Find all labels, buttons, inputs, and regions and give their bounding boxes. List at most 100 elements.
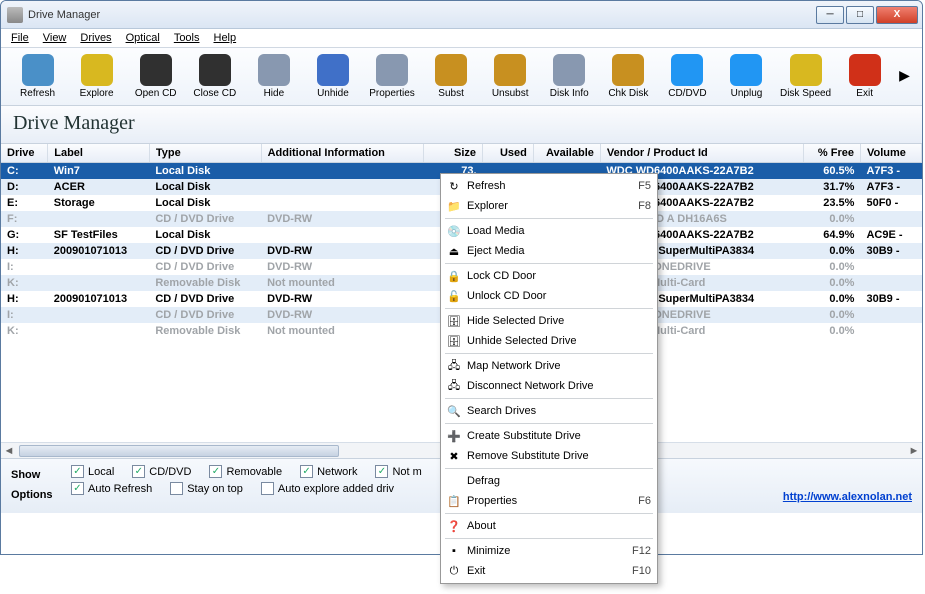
menu-item-icon: ✖ — [445, 448, 463, 464]
toolbar-hide-button[interactable]: Hide — [245, 52, 302, 99]
show-label: Show — [11, 465, 63, 485]
cell — [261, 227, 424, 243]
ctx-refresh[interactable]: ↻RefreshF5 — [441, 176, 657, 196]
checkbox-label: Auto Refresh — [88, 483, 152, 495]
col-label[interactable]: Label — [48, 144, 150, 163]
menu-item-label: Remove Substitute Drive — [467, 450, 651, 462]
show-check-not-m[interactable]: ✓Not m — [375, 465, 421, 478]
toolbar-open-cd-button[interactable]: Open CD — [127, 52, 184, 99]
show-check-local[interactable]: ✓Local — [71, 465, 114, 478]
show-check-network[interactable]: ✓Network — [300, 465, 357, 478]
col-size[interactable]: Size — [424, 144, 483, 163]
col-drive[interactable]: Drive — [1, 144, 48, 163]
minimize-button[interactable]: ─ — [816, 6, 844, 24]
show-check-cd-dvd[interactable]: ✓CD/DVD — [132, 465, 191, 478]
toolbar-properties-button[interactable]: Properties — [363, 52, 420, 99]
toolbar-explore-button[interactable]: Explore — [68, 52, 125, 99]
col-additional-information[interactable]: Additional Information — [261, 144, 424, 163]
menu-item-label: Create Substitute Drive — [467, 430, 651, 442]
unplug-icon — [730, 54, 762, 86]
menu-optical[interactable]: Optical — [126, 32, 160, 44]
cell: CD / DVD Drive — [149, 307, 261, 323]
ctx-eject-media[interactable]: ⏏Eject Media — [441, 241, 657, 261]
cell — [860, 259, 921, 275]
cell: 50F0 - — [860, 195, 921, 211]
cell: DVD-RW — [261, 211, 424, 227]
scroll-thumb[interactable] — [19, 445, 339, 457]
close-button[interactable]: X — [876, 6, 918, 24]
menu-drives[interactable]: Drives — [80, 32, 111, 44]
toolbar-disk-speed-button[interactable]: Disk Speed — [777, 52, 834, 99]
ctx-properties[interactable]: 📋PropertiesF6 — [441, 491, 657, 511]
col-used[interactable]: Used — [483, 144, 534, 163]
refresh-icon — [22, 54, 54, 86]
checkbox-icon — [261, 482, 274, 495]
toolbar-unsubst-button[interactable]: Unsubst — [482, 52, 539, 99]
menu-file[interactable]: File — [11, 32, 29, 44]
scroll-right-arrow[interactable]: ► — [906, 445, 922, 457]
cell — [48, 259, 150, 275]
cell: Removable Disk — [149, 275, 261, 291]
menu-view[interactable]: View — [43, 32, 67, 44]
checkbox-label: CD/DVD — [149, 466, 191, 478]
toolbar-unhide-button[interactable]: Unhide — [304, 52, 361, 99]
toolbar-close-cd-button[interactable]: Close CD — [186, 52, 243, 99]
col-available[interactable]: Available — [533, 144, 600, 163]
opt-check-stay-on-top[interactable]: Stay on top — [170, 482, 243, 495]
menu-item-label: About — [467, 520, 651, 532]
ctx-remove-substitute-drive[interactable]: ✖ Remove Substitute Drive — [441, 446, 657, 466]
website-link[interactable]: http://www.alexnolan.net — [783, 491, 912, 503]
toolbar-more-arrow[interactable]: ▶ — [895, 67, 914, 84]
ctx-map-network-drive[interactable]: 🖧Map Network Drive — [441, 356, 657, 376]
menu-item-label: Hide Selected Drive — [467, 315, 651, 327]
cell — [860, 275, 921, 291]
col-volume[interactable]: Volume — [860, 144, 921, 163]
menu-help[interactable]: Help — [214, 32, 237, 44]
cell: C: — [1, 163, 48, 180]
toolbar-unplug-button[interactable]: Unplug — [718, 52, 775, 99]
toolbar-subst-button[interactable]: Subst — [423, 52, 480, 99]
ctx-hide-selected-drive[interactable]: 🗄 Hide Selected Drive — [441, 311, 657, 331]
checkbox-icon: ✓ — [300, 465, 313, 478]
ctx-explorer[interactable]: 📁ExplorerF8 — [441, 196, 657, 216]
menu-tools[interactable]: Tools — [174, 32, 200, 44]
menu-item-label: Defrag — [467, 475, 651, 487]
col-type[interactable]: Type — [149, 144, 261, 163]
opt-check-auto-explore-added-driv[interactable]: Auto explore added driv — [261, 482, 394, 495]
ctx-create-substitute-drive[interactable]: ➕Create Substitute Drive — [441, 426, 657, 446]
cell: CD / DVD Drive — [149, 211, 261, 227]
maximize-button[interactable]: □ — [846, 6, 874, 24]
cell: Local Disk — [149, 195, 261, 211]
col--free[interactable]: % Free — [804, 144, 861, 163]
ctx-unhide-selected-drive[interactable]: 🗄Unhide Selected Drive — [441, 331, 657, 351]
show-check-removable[interactable]: ✓Removable — [209, 465, 282, 478]
toolbar-chk-disk-button[interactable]: Chk Disk — [600, 52, 657, 99]
menu-item-shortcut: F12 — [632, 545, 651, 557]
ctx-about[interactable]: ❓About — [441, 516, 657, 536]
ctx-defrag[interactable]: Defrag — [441, 471, 657, 491]
cell: CD / DVD Drive — [149, 259, 261, 275]
ctx-exit[interactable]: ⏻ExitF10 — [441, 561, 657, 581]
ctx-load-media[interactable]: 💿Load Media — [441, 221, 657, 241]
toolbar-cd-dvd-button[interactable]: CD/DVD — [659, 52, 716, 99]
toolbar-disk-info-button[interactable]: Disk Info — [541, 52, 598, 99]
toolbar-exit-button[interactable]: Exit — [836, 52, 893, 99]
cell: E: — [1, 195, 48, 211]
titlebar[interactable]: Drive Manager ─ □ X — [1, 1, 922, 29]
context-menu: ↻RefreshF5📁ExplorerF8 💿Load Media⏏Eject M… — [440, 173, 658, 584]
scroll-left-arrow[interactable]: ◄ — [1, 445, 17, 457]
menu-item-icon: 🗄 — [445, 313, 463, 329]
ctx-lock-cd-door[interactable]: 🔒Lock CD Door — [441, 266, 657, 286]
ctx-search-drives[interactable]: 🔍Search Drives — [441, 401, 657, 421]
cell: A7F3 - — [860, 179, 921, 195]
checkbox-label: Local — [88, 466, 114, 478]
ctx-disconnect-network-drive[interactable]: 🖧Disconnect Network Drive — [441, 376, 657, 396]
ctx-unlock-cd-door[interactable]: 🔓Unlock CD Door — [441, 286, 657, 306]
menu-item-label: Refresh — [467, 180, 638, 192]
checkbox-icon: ✓ — [209, 465, 222, 478]
col-vendor-product-id[interactable]: Vendor / Product Id — [600, 144, 803, 163]
opt-check-auto-refresh[interactable]: ✓Auto Refresh — [71, 482, 152, 495]
menu-separator — [445, 538, 653, 539]
toolbar-refresh-button[interactable]: Refresh — [9, 52, 66, 99]
ctx-minimize[interactable]: ▪MinimizeF12 — [441, 541, 657, 561]
